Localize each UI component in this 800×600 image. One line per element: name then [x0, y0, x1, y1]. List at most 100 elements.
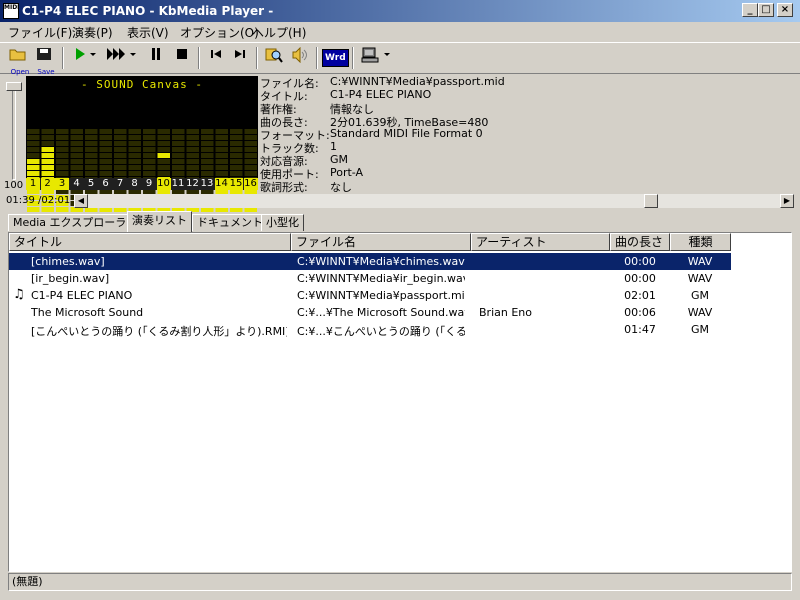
seek-track[interactable]: [88, 194, 780, 208]
cell-type: WAV: [687, 255, 713, 268]
tab-media-explorer[interactable]: Media エクスプローラ: [8, 214, 132, 231]
cell-title: C1-P4 ELEC PIANO: [31, 289, 133, 302]
toolbar-separator: [62, 47, 64, 69]
open-button[interactable]: Open: [6, 47, 30, 76]
pause-button[interactable]: [144, 47, 168, 71]
seek-left-arrow[interactable]: ◀: [74, 194, 88, 208]
meter-segment-bg: [244, 135, 257, 140]
channel-number: 9: [145, 178, 153, 189]
console-dropdown[interactable]: [382, 47, 392, 71]
meter-segment-bg: [114, 165, 127, 170]
seek-right-arrow[interactable]: ▶: [780, 194, 794, 208]
cell-title: [chimes.wav]: [31, 255, 105, 268]
menu-options[interactable]: オプション(O): [180, 24, 259, 41]
column-header-type[interactable]: 種類: [670, 233, 731, 251]
channel-level-bar: [41, 147, 54, 152]
play-dropdown[interactable]: [88, 47, 98, 71]
column-header-title[interactable]: タイトル: [9, 233, 291, 251]
info-value: 1: [330, 140, 337, 153]
meter-segment-bg: [201, 141, 214, 146]
meter-segment-bg: [230, 159, 243, 164]
meter-segment-bg: [143, 135, 156, 140]
seek-bar[interactable]: ◀ ▶: [74, 194, 794, 208]
play-icon: [76, 48, 85, 60]
channel-level-bar: [27, 171, 40, 176]
chevron-down-icon: [384, 53, 390, 56]
midi-app-icon[interactable]: MIDI: [3, 3, 19, 19]
playlist-row[interactable]: The Microsoft Sound C:¥...¥The Microsoft …: [9, 304, 731, 321]
meter-segment-bg: [70, 129, 83, 134]
tab-document[interactable]: ドキュメント: [192, 214, 268, 231]
channel-number: 4: [73, 178, 80, 189]
meter-segment-bg: [172, 141, 185, 146]
meter-segment-bg: [41, 141, 54, 146]
menu-play[interactable]: 演奏(P): [72, 24, 113, 41]
channel-level-bar: [41, 165, 54, 170]
meter-segment-bg: [215, 135, 228, 140]
maximize-button[interactable]: □: [758, 3, 774, 17]
volume-slider-thumb[interactable]: [6, 82, 22, 91]
stop-button[interactable]: [170, 47, 194, 71]
meter-segment-bg: [128, 153, 141, 158]
wrd-icon: Wrd: [322, 49, 349, 67]
search-button[interactable]: [262, 47, 286, 71]
meter-segment-bg: [201, 171, 214, 176]
meter-segment-bg: [157, 129, 170, 134]
volume-button[interactable]: [288, 46, 312, 71]
column-header-artist[interactable]: アーティスト: [471, 233, 610, 251]
playlist-row[interactable]: [こんぺいとうの踊り (「くるみ割り人形」より).RMI] C:¥...¥こんぺい…: [9, 321, 731, 338]
tab-minimize[interactable]: 小型化: [261, 214, 304, 231]
toolbar-separator: [352, 47, 354, 69]
volume-value: 100: [4, 180, 24, 191]
column-header-length[interactable]: 曲の長さ: [610, 233, 670, 251]
playlist-row[interactable]: [chimes.wav] C:¥WINNT¥Media¥chimes.wav 00:…: [9, 253, 731, 270]
info-value: Port-A: [330, 166, 364, 179]
channel-level-bar: [41, 207, 54, 212]
fast-forward-button[interactable]: [104, 47, 128, 71]
meter-segment-bg: [56, 129, 69, 134]
meter-segment-bg: [128, 165, 141, 170]
meter-segment-bg: [114, 153, 127, 158]
channel-number: 1: [26, 178, 40, 190]
meter-segment-bg: [157, 141, 170, 146]
menu-view[interactable]: 表示(V): [127, 24, 169, 41]
fast-forward-dropdown[interactable]: [128, 47, 138, 71]
meter-segment-bg: [99, 171, 112, 176]
next-track-button[interactable]: [228, 47, 252, 71]
console-button[interactable]: [358, 47, 382, 71]
menu-help[interactable]: ヘルプ(H): [252, 24, 306, 41]
title-bar[interactable]: MIDI C1-P4 ELEC PIANO - KbMedia Player -…: [0, 0, 800, 22]
menu-file[interactable]: ファイル(F): [8, 24, 72, 41]
playlist-row[interactable]: ♫ C1-P4 ELEC PIANO C:¥WINNT¥Media¥passport…: [9, 287, 731, 304]
meter-segment-bg: [85, 159, 98, 164]
playlist-view[interactable]: タイトル ファイル名 アーティスト 曲の長さ 種類 [chimes.wav] C:…: [8, 232, 792, 572]
meter-segment-bg: [128, 141, 141, 146]
previous-track-button[interactable]: [204, 47, 228, 71]
seek-thumb[interactable]: [644, 194, 658, 208]
cell-title: [こんぺいとうの踊り (「くるみ割り人形」より).RMI]: [31, 325, 287, 338]
minimize-button[interactable]: _: [742, 3, 758, 17]
channel-level-bar: [27, 207, 40, 212]
tab-playlist[interactable]: 演奏リスト: [127, 211, 192, 232]
meter-segment-bg: [70, 153, 83, 158]
meter-segment-bg: [186, 153, 199, 158]
meter-segment-bg: [128, 159, 141, 164]
save-button[interactable]: Save: [32, 47, 56, 76]
meter-segment-bg: [41, 135, 54, 140]
wrd-button[interactable]: Wrd: [322, 47, 349, 71]
meter-segment-bg: [157, 147, 170, 152]
cell-title: The Microsoft Sound: [31, 306, 144, 319]
playlist-header: タイトル ファイル名 アーティスト 曲の長さ 種類: [9, 233, 791, 251]
meter-segment-bg: [85, 147, 98, 152]
meter-segment-bg: [128, 147, 141, 152]
close-button[interactable]: ×: [777, 3, 793, 17]
chevron-down-icon: [130, 53, 136, 56]
cell-file: C:¥WINNT¥Media¥ir_begin.wav: [297, 272, 465, 285]
meter-segment-bg: [201, 159, 214, 164]
console-icon: [361, 47, 379, 63]
channel-number: 11: [171, 178, 185, 189]
meter-segment-bg: [85, 135, 98, 140]
playlist-row[interactable]: [ir_begin.wav] C:¥WINNT¥Media¥ir_begin.wa…: [9, 270, 731, 287]
volume-slider-track[interactable]: [12, 86, 16, 180]
column-header-filename[interactable]: ファイル名: [291, 233, 471, 251]
